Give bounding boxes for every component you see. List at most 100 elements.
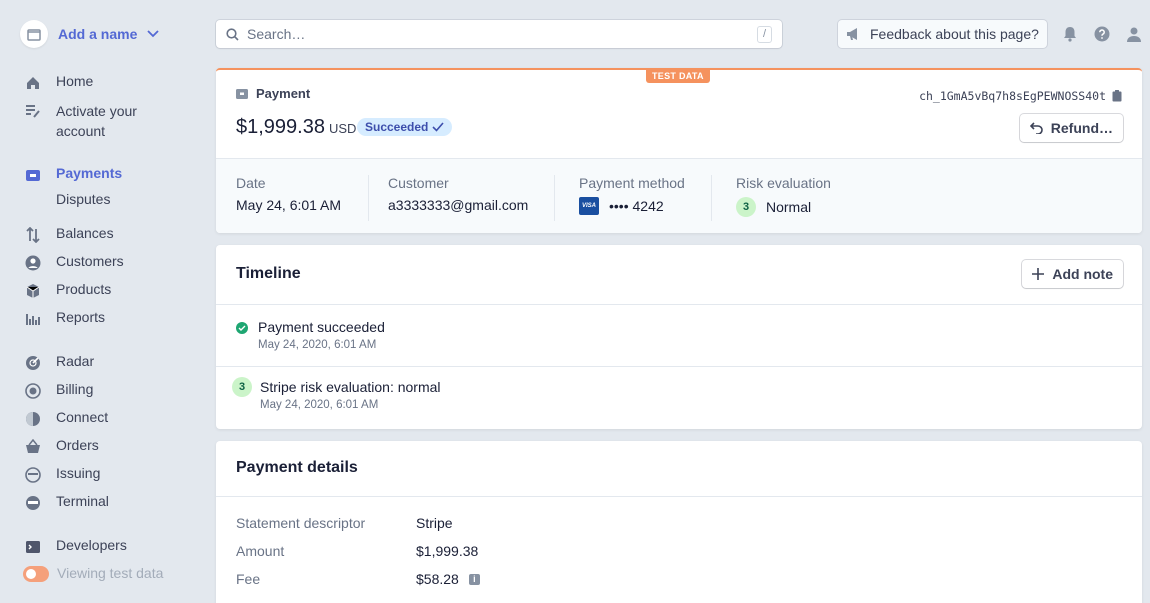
summary-customer: Customer a3333333@gmail.com [388, 175, 528, 213]
detail-key: Amount [236, 543, 285, 559]
sidebar-item-terminal[interactable]: Terminal [24, 493, 109, 512]
user-icon[interactable] [1124, 24, 1144, 44]
event-time: May 24, 2020, 6:01 AM [260, 399, 379, 411]
risk-label: Risk evaluation [736, 175, 831, 191]
sidebar-item-developers[interactable]: Developers [24, 537, 127, 556]
refund-button[interactable]: Refund… [1019, 114, 1123, 142]
account-switcher[interactable]: Add a name [20, 20, 159, 48]
sidebar-item-products[interactable]: Products [24, 281, 111, 300]
reports-icon [24, 310, 42, 328]
sidebar-item-disputes[interactable]: Disputes [56, 191, 110, 207]
sidebar-item-label: Viewing test data [57, 565, 164, 581]
sidebar-item-billing[interactable]: Billing [24, 381, 93, 400]
search-input[interactable]: Search… [247, 26, 749, 42]
sidebar-item-orders[interactable]: Orders [24, 437, 99, 456]
status-text: Succeeded [365, 120, 429, 134]
undo-arrow-icon [1029, 122, 1043, 134]
sidebar-item-radar[interactable]: Radar [24, 353, 94, 372]
risk-score-badge: 3 [736, 197, 756, 217]
add-note-button[interactable]: Add note [1022, 260, 1123, 288]
sidebar-item-activate-account[interactable]: Activate your account [24, 101, 137, 141]
event-title: Stripe risk evaluation: normal [260, 379, 441, 395]
payment-details-title: Payment details [236, 459, 358, 476]
sidebar: Add a name Home Activate your account Pa… [0, 0, 205, 603]
sidebar-item-customers[interactable]: Customers [24, 253, 124, 272]
divider [216, 366, 1142, 367]
billing-icon [24, 382, 42, 400]
timeline-title: Timeline [236, 265, 301, 282]
event-time: May 24, 2020, 6:01 AM [258, 339, 377, 351]
sidebar-item-label: Radar [56, 353, 95, 369]
sidebar-item-label-line2: account [56, 123, 106, 139]
payment-amount: $1,999.38 USD [236, 116, 356, 139]
bell-icon[interactable] [1060, 24, 1080, 44]
success-check-icon [236, 322, 248, 334]
megaphone-icon [847, 28, 857, 40]
method-label: Payment method [579, 175, 685, 191]
event-title: Payment succeeded [258, 319, 385, 335]
sidebar-item-label: Home [56, 73, 94, 89]
date-label: Date [236, 175, 266, 191]
sidebar-item-label: Products [56, 281, 112, 297]
add-note-label: Add note [1052, 266, 1113, 282]
payment-summary-card: TEST DATA Payment $1,999.38 USD Succeede… [216, 68, 1142, 233]
sidebar-item-label: Balances [56, 225, 114, 241]
sidebar-item-label: Activate your [56, 103, 137, 119]
detail-value: $1,999.38 [416, 543, 479, 559]
sidebar-item-label: Customers [56, 253, 124, 269]
search-icon [226, 27, 239, 41]
status-badge: Succeeded [357, 118, 453, 136]
account-logo-icon [20, 20, 48, 48]
feedback-button[interactable]: Feedback about this page? [838, 20, 1047, 48]
developers-icon [24, 538, 42, 556]
customer-email-link[interactable]: a3333333@gmail.com [388, 197, 528, 213]
terminal-icon [24, 494, 42, 512]
payment-label-text: Payment [256, 86, 311, 101]
test-data-toggle[interactable]: Viewing test data [23, 565, 163, 582]
sidebar-item-balances[interactable]: Balances [24, 225, 114, 244]
checklist-icon [24, 102, 42, 120]
customers-icon [24, 254, 42, 272]
payment-details-card: Payment details Statement descriptor Str… [216, 441, 1142, 603]
divider [554, 175, 555, 221]
date-value: May 24, 6:01 AM [236, 197, 342, 213]
divider [216, 496, 1142, 497]
search-shortcut-hint: / [756, 25, 772, 43]
home-icon [24, 74, 42, 92]
sidebar-item-label: Developers [56, 537, 127, 553]
sidebar-item-label: Billing [56, 381, 94, 397]
risk-value: Normal [766, 199, 812, 215]
orders-icon [24, 438, 42, 456]
detail-row: Fee $58.28 i [236, 571, 480, 587]
divider [216, 304, 1142, 305]
charge-id-text: ch_1GmA5vBq7h8sEgPEWNOSS40t [919, 89, 1106, 103]
card-last4: •••• 4242 [609, 198, 664, 214]
sidebar-item-connect[interactable]: Connect [24, 409, 108, 428]
detail-row: Statement descriptor Stripe [236, 515, 453, 531]
sidebar-item-reports[interactable]: Reports [24, 309, 105, 328]
risk-score-badge: 3 [232, 377, 252, 397]
copy-icon[interactable] [1112, 90, 1122, 102]
divider [368, 175, 369, 221]
help-icon[interactable] [1092, 24, 1112, 44]
timeline-card: Timeline Add note Payment succeeded May … [216, 245, 1142, 429]
toggle-icon[interactable] [23, 566, 49, 582]
info-icon[interactable]: i [468, 573, 480, 585]
account-name: Add a name [58, 26, 138, 42]
sidebar-item-payments[interactable]: Payments [24, 165, 122, 184]
summary-date: Date May 24, 6:01 AM [236, 175, 341, 213]
customer-label: Customer [388, 175, 449, 191]
plus-icon [1032, 268, 1045, 280]
search-bar[interactable]: Search… / [216, 20, 782, 48]
detail-key: Fee [236, 571, 261, 587]
timeline-event: Payment succeeded May 24, 2020, 6:01 AM [236, 319, 385, 351]
detail-row: Amount $1,999.38 [236, 543, 478, 559]
sidebar-item-home[interactable]: Home [24, 73, 93, 92]
payment-summary-strip: Date May 24, 6:01 AM Customer a3333333@g… [216, 158, 1142, 233]
sidebar-item-issuing[interactable]: Issuing [24, 465, 100, 484]
chevron-down-icon [147, 30, 159, 38]
balances-icon [24, 226, 42, 244]
timeline-event: 3 Stripe risk evaluation: normal May 24,… [232, 377, 441, 411]
charge-id[interactable]: ch_1GmA5vBq7h8sEgPEWNOSS40t [919, 89, 1122, 103]
detail-value: Stripe [416, 515, 453, 531]
